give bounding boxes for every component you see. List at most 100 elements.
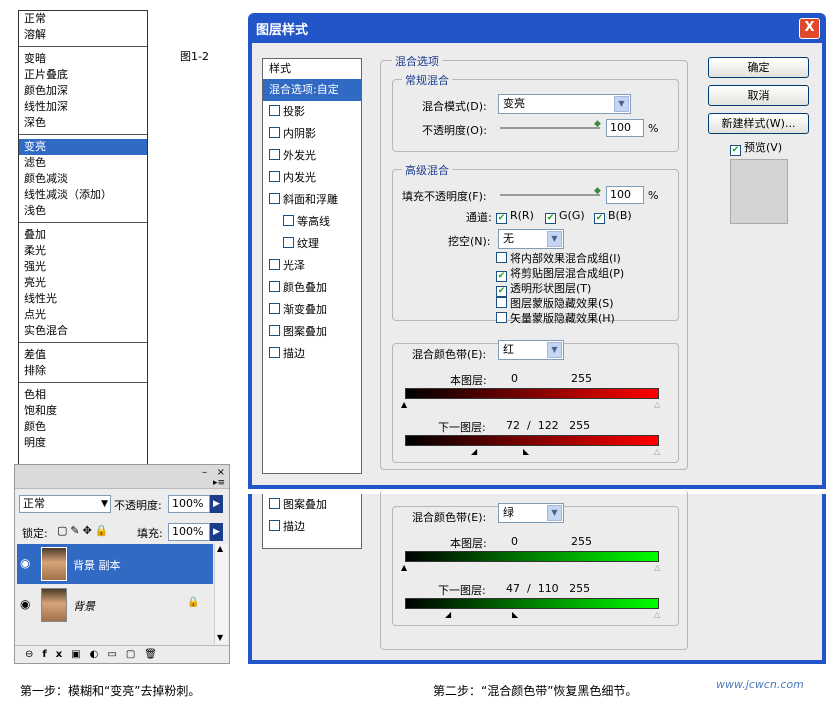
opacity-input[interactable]: 100% (168, 495, 210, 513)
blend-mode-select[interactable]: 变亮 ▼ (498, 94, 631, 114)
layer-row-copy[interactable]: ◉ 背景 副本 (17, 544, 213, 584)
menu-item[interactable]: 颜色 (19, 419, 147, 435)
advanced-option-checkbox[interactable]: 矢量蒙版隐藏效果(H) (496, 310, 624, 325)
this-layer-gradient[interactable] (405, 551, 659, 562)
style-item[interactable]: 内发光 (263, 167, 361, 189)
menu-item[interactable]: 点光 (19, 307, 147, 323)
menu-item[interactable]: 线性减淡（添加） (19, 187, 147, 203)
style-item[interactable]: 斜面和浮雕 (263, 189, 361, 211)
menu-item[interactable]: 饱和度 (19, 403, 147, 419)
style-item[interactable]: 内阴影 (263, 123, 361, 145)
slider-white-handle-icon[interactable]: △ (654, 448, 660, 456)
fill-arrow-icon[interactable]: ▶ (210, 523, 223, 541)
ok-button[interactable]: 确定 (708, 57, 809, 78)
eye-icon[interactable]: ◉ (20, 597, 30, 611)
style-item-pattern-overlay[interactable]: 图案叠加 (263, 494, 361, 516)
this-layer-min: 0 (511, 535, 518, 548)
eye-icon[interactable]: ◉ (20, 556, 30, 570)
menu-separator (19, 342, 147, 343)
style-item-stroke[interactable]: 描边 (263, 516, 361, 538)
menu-item[interactable]: 实色混合 (19, 323, 147, 339)
underlying-layer-gradient[interactable] (405, 435, 659, 446)
menu-item[interactable]: 滤色 (19, 155, 147, 171)
style-item[interactable]: 描边 (263, 343, 361, 365)
menu-item[interactable]: 变亮 (19, 139, 147, 155)
menu-item[interactable]: 浅色 (19, 203, 147, 219)
fill-opacity-slider[interactable] (500, 194, 600, 196)
style-item[interactable]: 投影 (263, 101, 361, 123)
style-item[interactable]: 图案叠加 (263, 321, 361, 343)
slider-handle-icon[interactable]: ◆ (594, 186, 601, 196)
menu-item[interactable]: 变暗 (19, 51, 147, 67)
channel-b-checkbox[interactable]: ✔ B(B) (594, 209, 632, 224)
slider-handle-icon[interactable]: ◆ (594, 119, 601, 129)
layer-row-background[interactable]: ◉ 背景 🔒 (17, 585, 213, 625)
style-item[interactable]: 光泽 (263, 255, 361, 277)
channel-r-label: R(R) (510, 209, 534, 222)
slider-split-black-right-icon[interactable]: ◣ (512, 611, 518, 619)
scrollbar[interactable]: ▲ ▼ (214, 544, 228, 644)
blend-if-select[interactable]: 红 ▼ (498, 340, 564, 360)
slider-white-handle-icon[interactable]: △ (654, 611, 660, 619)
style-item-blending-options[interactable]: 混合选项:自定 (263, 79, 361, 101)
new-style-button[interactable]: 新建样式(W)... (708, 113, 809, 134)
this-layer-gradient[interactable] (405, 388, 659, 399)
slider-white-handle-icon[interactable]: △ (654, 564, 660, 572)
style-item[interactable]: 渐变叠加 (263, 299, 361, 321)
slider-split-black-left-icon[interactable]: ◢ (471, 448, 477, 456)
close-icon[interactable]: × (217, 467, 225, 478)
opacity-input[interactable]: 100 (606, 119, 644, 137)
style-item[interactable]: 外发光 (263, 145, 361, 167)
fill-opacity-input[interactable]: 100 (606, 186, 644, 204)
layer-blend-mode-select[interactable]: 正常 ▼ (19, 495, 111, 513)
advanced-option-checkbox[interactable]: 将内部效果混合成组(I) (496, 250, 624, 265)
minimize-icon[interactable]: – (202, 467, 207, 478)
menu-item[interactable]: 叠加 (19, 227, 147, 243)
opacity-slider[interactable] (500, 127, 600, 129)
slider-black-handle-icon[interactable]: ▲ (401, 401, 407, 409)
lock-icons[interactable]: ▢✎✥🔒 (57, 524, 112, 537)
style-item[interactable]: 等高线 (263, 211, 361, 233)
style-item[interactable]: 颜色叠加 (263, 277, 361, 299)
menu-item[interactable]: 色相 (19, 387, 147, 403)
slider-split-black-right-icon[interactable]: ◣ (523, 448, 529, 456)
menu-item[interactable]: 明度 (19, 435, 147, 451)
blend-if-select[interactable]: 绿 ▼ (498, 503, 564, 523)
opacity-arrow-icon[interactable]: ▶ (210, 495, 223, 513)
scroll-up-icon[interactable]: ▲ (217, 544, 223, 553)
layer-bottom-toolbar[interactable]: ⊖fx▣◐▭▢🗑 (15, 645, 229, 663)
slider-split-black-left-icon[interactable]: ◢ (445, 611, 451, 619)
scroll-down-icon[interactable]: ▼ (217, 633, 223, 642)
advanced-option-label: 将剪贴图层混合成组(P) (510, 267, 625, 280)
fill-input[interactable]: 100% (168, 523, 210, 541)
advanced-option-checkbox[interactable]: ✔ 将剪贴图层混合成组(P) (496, 265, 625, 282)
menu-item[interactable]: 溶解 (19, 27, 147, 43)
underlying-layer-gradient[interactable] (405, 598, 659, 609)
styles-header[interactable]: 样式 (263, 59, 361, 79)
cancel-button[interactable]: 取消 (708, 85, 809, 106)
channel-r-checkbox[interactable]: ✔ R(R) (496, 209, 534, 224)
menu-item[interactable]: 颜色加深 (19, 83, 147, 99)
menu-item[interactable]: 颜色减淡 (19, 171, 147, 187)
menu-item[interactable]: 线性光 (19, 291, 147, 307)
panel-menu-icon[interactable]: ▸≡ (213, 478, 225, 488)
channel-g-checkbox[interactable]: ✔ G(G) (545, 209, 585, 224)
menu-item[interactable]: 差值 (19, 347, 147, 363)
menu-item[interactable]: 正片叠底 (19, 67, 147, 83)
advanced-option-checkbox[interactable]: 图层蒙版隐藏效果(S) (496, 295, 624, 310)
menu-item[interactable]: 强光 (19, 259, 147, 275)
menu-item[interactable]: 深色 (19, 115, 147, 131)
advanced-option-checkbox[interactable]: ✔ 透明形状图层(T) (496, 280, 624, 297)
slider-white-handle-icon[interactable]: △ (654, 401, 660, 409)
style-item[interactable]: 纹理 (263, 233, 361, 255)
knockout-select[interactable]: 无 ▼ (498, 229, 564, 249)
menu-item[interactable]: 亮光 (19, 275, 147, 291)
menu-item[interactable]: 排除 (19, 363, 147, 379)
channels-label: 通道: (466, 211, 492, 224)
menu-item[interactable]: 线性加深 (19, 99, 147, 115)
menu-item[interactable]: 柔光 (19, 243, 147, 259)
close-button[interactable]: X (799, 18, 820, 39)
preview-checkbox[interactable]: ✔ 预览(V) (730, 139, 782, 156)
menu-item[interactable]: 正常 (19, 11, 147, 27)
slider-black-handle-icon[interactable]: ▲ (401, 564, 407, 572)
